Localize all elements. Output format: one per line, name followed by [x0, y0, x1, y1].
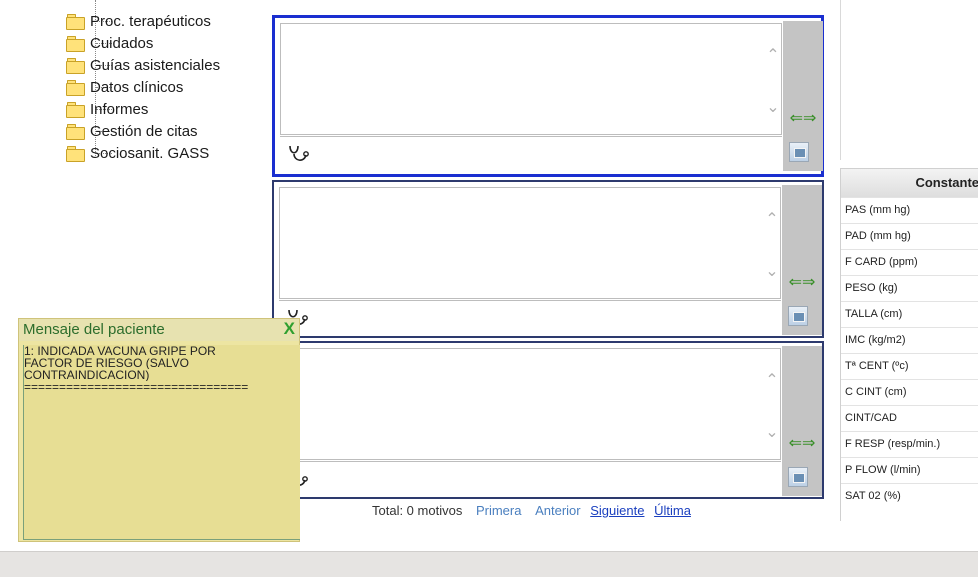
text-area-3[interactable]: ⌃ ⌄ [279, 348, 781, 460]
patient-message-titlebar[interactable]: Mensaje del paciente X [19, 319, 299, 341]
constant-row-pas[interactable]: PAS (mm hg) [841, 197, 978, 223]
patient-message-body: 1: INDICADA VACUNA GRIPE POR FACTOR DE R… [23, 345, 300, 540]
folder-icon [66, 102, 85, 118]
tree-item-label: Informes [90, 100, 149, 118]
tree-item-gestion-de-citas[interactable]: Gestión de citas [66, 121, 198, 141]
tree-item-label: Datos clínicos [90, 78, 184, 96]
text-panel-2: ⌃ ⌄ ⇐⇒ [272, 180, 824, 338]
first-page-link[interactable]: Primera [476, 503, 522, 518]
tree-item-cuidados[interactable]: Cuidados [66, 33, 153, 53]
message-line: FACTOR DE RIESGO (SALVO [24, 357, 189, 369]
constant-row-cintcad[interactable]: CINT/CAD [841, 405, 978, 431]
patient-message-popup: Mensaje del paciente X 1: INDICADA VACUN… [18, 318, 300, 542]
constant-row-pad[interactable]: PAD (mm hg) [841, 223, 978, 249]
folder-icon [66, 124, 85, 140]
message-line: 1: INDICADA VACUNA GRIPE POR [24, 345, 216, 357]
resize-arrows-icon[interactable]: ⇐⇒ [785, 109, 821, 129]
tree-item-label: Sociosanit. GASS [90, 144, 210, 162]
scroll-up-icon[interactable]: ⌃ [762, 210, 782, 230]
stethoscope-icon[interactable] [286, 143, 312, 167]
resize-arrows-icon[interactable]: ⇐⇒ [784, 273, 820, 293]
text-panel-3: ⌃ ⌄ ⇐⇒ [272, 341, 824, 499]
tree-item-sociosanit-gass[interactable]: Sociosanit. GASS [66, 143, 209, 163]
tree-item-proc-terapeuticos[interactable]: Proc. terapéuticos [66, 11, 211, 31]
panel-bottom-bar [280, 136, 782, 171]
text-area-1[interactable]: ⌃ ⌄ [280, 23, 782, 135]
previous-page-link[interactable]: Anterior [535, 503, 581, 518]
last-page-link[interactable]: Última [654, 503, 691, 518]
tree-item-datos-clinicos[interactable]: Datos clínicos [66, 77, 183, 97]
message-separator: ================================ [24, 381, 249, 393]
text-area-2[interactable]: ⌃ ⌄ [279, 187, 781, 299]
status-bar [0, 551, 978, 577]
message-line: CONTRAINDICACION) [24, 369, 150, 381]
tree-item-label: Gestión de citas [90, 122, 198, 140]
folder-icon [66, 58, 85, 74]
constant-row-pflow[interactable]: P FLOW (l/min) [841, 457, 978, 483]
constant-row-fresp[interactable]: F RESP (resp/min.) [841, 431, 978, 457]
next-page-link[interactable]: Siguiente [590, 503, 644, 518]
scroll-up-icon[interactable]: ⌃ [763, 46, 783, 66]
insert-image-button[interactable] [789, 142, 809, 162]
patient-message-title: Mensaje del paciente [23, 321, 165, 338]
folder-icon [66, 36, 85, 52]
constant-row-temp[interactable]: Tª CENT (ºc) [841, 353, 978, 379]
text-panel-1: ⌃ ⌄ ⇐⇒ [272, 15, 824, 177]
folder-icon [66, 80, 85, 96]
scroll-down-icon[interactable]: ⌄ [763, 98, 783, 118]
insert-image-button[interactable] [788, 306, 808, 326]
constant-row-fcard[interactable]: F CARD (ppm) [841, 249, 978, 275]
scroll-down-icon[interactable]: ⌄ [762, 262, 782, 282]
tree-item-guias-asistenciales[interactable]: Guías asistenciales [66, 55, 220, 75]
constants-header: Constante [841, 169, 978, 197]
resize-arrows-icon[interactable]: ⇐⇒ [784, 434, 820, 454]
folder-icon [66, 146, 85, 162]
tree-item-label: Proc. terapéuticos [90, 12, 211, 30]
vertical-divider [840, 0, 841, 160]
constant-row-sat[interactable]: SAT 02 (%) [841, 483, 978, 509]
constant-row-ccint[interactable]: C CINT (cm) [841, 379, 978, 405]
close-button[interactable]: X [284, 319, 295, 339]
folder-icon [66, 14, 85, 30]
tree-item-label: Guías asistenciales [90, 56, 221, 74]
insert-image-button[interactable] [788, 467, 808, 487]
total-count: Total: 0 motivos [372, 503, 463, 518]
constants-table: Constante PAS (mm hg) PAD (mm hg) F CARD… [840, 168, 978, 521]
tree-item-informes[interactable]: Informes [66, 99, 148, 119]
tree-item-label: Cuidados [90, 34, 154, 52]
constant-row-talla[interactable]: TALLA (cm) [841, 301, 978, 327]
constant-row-peso[interactable]: PESO (kg) [841, 275, 978, 301]
scroll-down-icon[interactable]: ⌄ [762, 423, 782, 443]
panel-bottom-bar [279, 461, 781, 496]
pagination: Total: 0 motivos Primera Anterior Siguie… [372, 503, 691, 518]
scroll-up-icon[interactable]: ⌃ [762, 371, 782, 391]
constant-row-imc[interactable]: IMC (kg/m2) [841, 327, 978, 353]
tree-items: Proc. terapéuticos Cuidados Guías asiste… [46, 0, 276, 170]
panel-bottom-bar [279, 300, 781, 335]
